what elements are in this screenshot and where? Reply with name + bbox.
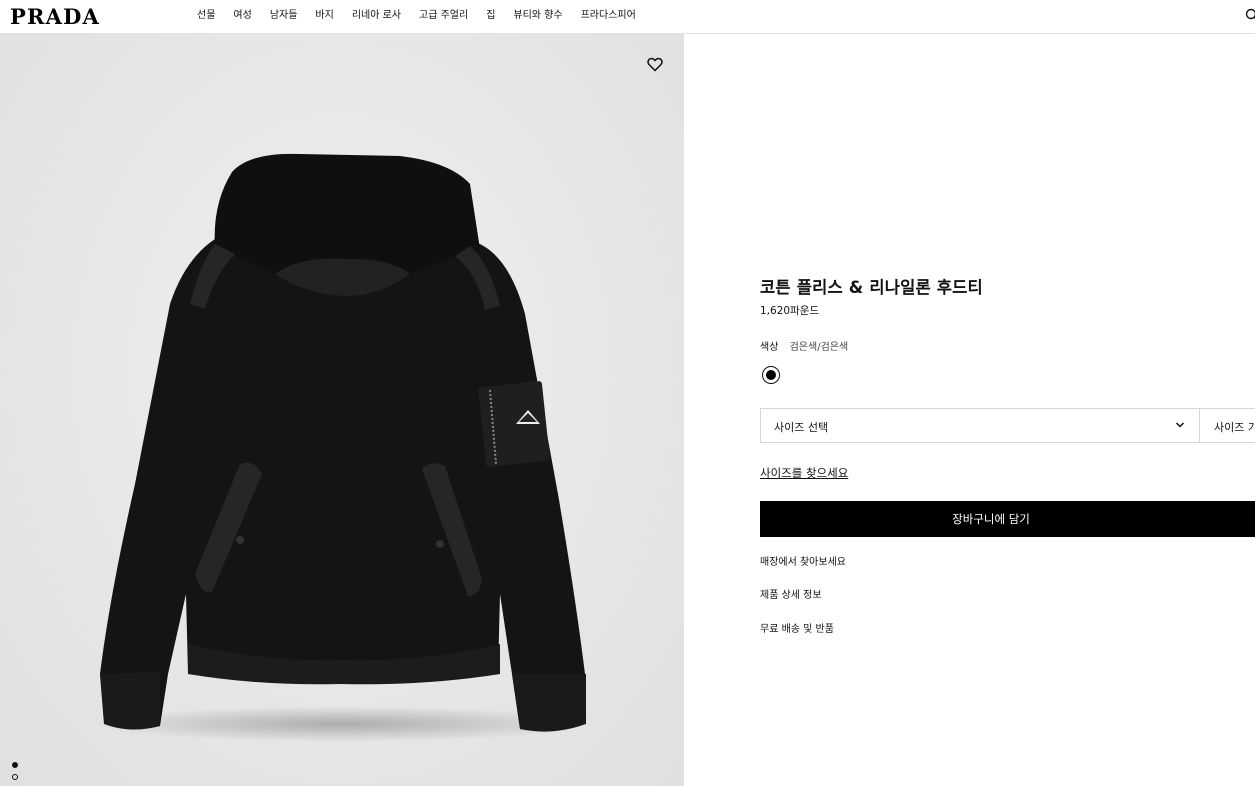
color-info: 색상 검은색/검은색 [760, 338, 848, 353]
nav-item-linea-rossa[interactable]: 리네아 로사 [352, 9, 401, 23]
gallery-pagination [12, 762, 18, 780]
search-icon[interactable] [1245, 8, 1255, 22]
nav-item-fine-jewelry[interactable]: 고급 주얼리 [419, 9, 468, 23]
nav-item-pradasphere[interactable]: 프라다스피어 [581, 9, 636, 23]
product-price: 1,620파운드 [760, 305, 820, 317]
nav-item-beauty-fragrance[interactable]: 뷰티와 향수 [513, 9, 562, 23]
nav-item-pants[interactable]: 바지 [315, 9, 333, 23]
nav-item-women[interactable]: 여성 [233, 9, 251, 23]
shipping-returns-link[interactable]: 무료 배송 및 반품 [760, 620, 834, 635]
size-select[interactable]: 사이즈 선택 [760, 408, 1200, 443]
find-in-store-link[interactable]: 매장에서 찾아보세요 [760, 553, 846, 568]
size-select-label: 사이즈 선택 [774, 421, 829, 434]
product-details-link[interactable]: 제품 상세 정보 [760, 586, 822, 601]
color-value: 검은색/검은색 [789, 342, 849, 353]
find-your-size-link[interactable]: 사이즈를 찾으세요 [760, 465, 848, 481]
size-guide-button[interactable]: 사이즈 가이드 [1199, 408, 1255, 443]
main-nav: 선물 여성 남자들 바지 리네아 로사 고급 주얼리 집 뷰티와 향수 프라다스… [197, 9, 654, 23]
gallery-dot-2[interactable] [12, 774, 18, 780]
nav-item-men[interactable]: 남자들 [270, 9, 298, 23]
nav-item-gifts[interactable]: 선물 [197, 9, 215, 23]
add-to-cart-label: 장바구니에 담기 [952, 512, 1030, 526]
product-image [92, 153, 592, 742]
product-gallery[interactable] [0, 34, 684, 786]
site-header: PRADA 선물 여성 남자들 바지 리네아 로사 고급 주얼리 집 뷰티와 향… [0, 0, 1255, 34]
chevron-down-icon [1175, 422, 1185, 428]
add-to-cart-button[interactable]: 장바구니에 담기 [760, 501, 1255, 537]
gallery-dot-1[interactable] [12, 762, 18, 768]
product-title: 코튼 플리스 & 리나일론 후드티 [760, 278, 983, 297]
prada-logo[interactable]: PRADA [10, 4, 100, 29]
color-swatch-black[interactable] [762, 366, 780, 384]
nav-item-home[interactable]: 집 [486, 9, 495, 23]
wishlist-heart-icon[interactable] [646, 55, 664, 73]
color-label: 색상 [760, 342, 779, 353]
